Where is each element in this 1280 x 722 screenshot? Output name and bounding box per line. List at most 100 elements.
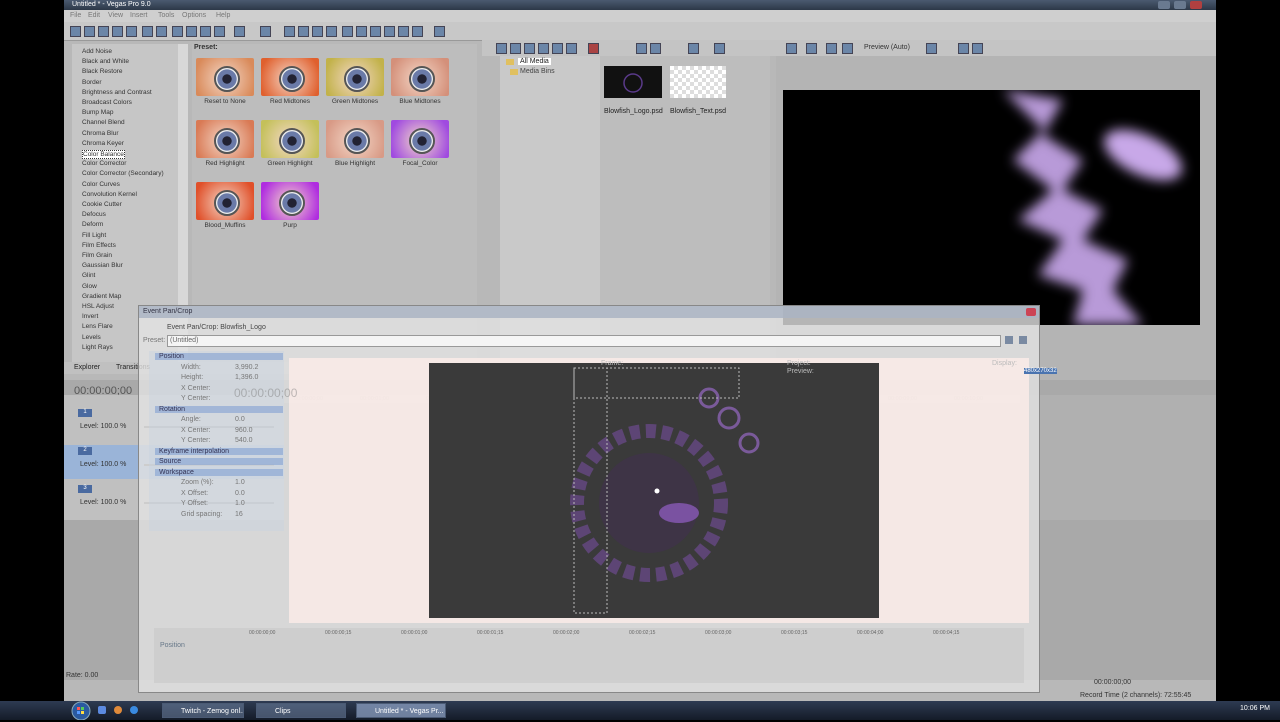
save-icon[interactable] xyxy=(98,26,109,37)
menu-tools[interactable]: Tools xyxy=(158,12,174,19)
get-media-icon[interactable] xyxy=(524,43,535,54)
save-snapshot-icon[interactable] xyxy=(972,43,983,54)
preset-dropdown[interactable]: (Untitled) xyxy=(167,335,1001,347)
fx-list-item[interactable]: Deform xyxy=(82,221,103,228)
task-twitch[interactable]: Twitch - Zemog onl... xyxy=(162,703,244,718)
redo-icon[interactable] xyxy=(260,26,271,37)
media-thumb-text[interactable] xyxy=(670,66,726,98)
dialog-close-icon[interactable] xyxy=(1026,308,1036,316)
fx-list-item[interactable]: Bump Map xyxy=(82,109,113,116)
fx-list-item[interactable]: Border xyxy=(82,79,102,86)
media-search-icon[interactable] xyxy=(566,43,577,54)
media-delete-icon[interactable] xyxy=(588,43,599,54)
settings-icon[interactable] xyxy=(156,26,167,37)
fx-list-item[interactable]: Gradient Map xyxy=(82,293,121,300)
prop-value[interactable]: 1.0 xyxy=(235,500,245,507)
new-icon[interactable] xyxy=(70,26,81,37)
fx-list-item[interactable]: Color Balance xyxy=(82,150,125,159)
menu-file[interactable]: File xyxy=(70,12,81,19)
preview-fx-icon[interactable] xyxy=(826,43,837,54)
fx-list-item[interactable]: Film Grain xyxy=(82,252,112,259)
render-icon[interactable] xyxy=(126,26,137,37)
preset-thumbnail[interactable]: Purp xyxy=(259,180,319,236)
undo-icon[interactable] xyxy=(234,26,245,37)
marker-icon[interactable] xyxy=(398,26,409,37)
delete-preset-icon[interactable] xyxy=(1019,336,1027,344)
preset-thumbnail[interactable]: Green Highlight xyxy=(259,118,319,174)
fx-list-item[interactable]: Black Restore xyxy=(82,68,122,75)
prop-section[interactable]: Position xyxy=(155,353,283,360)
start-button[interactable] xyxy=(68,701,94,721)
fx-list-item[interactable]: Glint xyxy=(82,272,95,279)
close-icon[interactable] xyxy=(1190,1,1202,9)
fx-list-item[interactable]: Color Corrector (Secondary) xyxy=(82,170,164,177)
fx-list-item[interactable]: Add Noise xyxy=(82,48,112,55)
preset-thumbnail[interactable]: Green Midtones xyxy=(324,56,384,112)
external-monitor-icon[interactable] xyxy=(806,43,817,54)
fx-list-item[interactable]: Color Corrector xyxy=(82,160,126,167)
maximize-icon[interactable] xyxy=(1174,1,1186,9)
preset-thumbnail[interactable]: Blue Highlight xyxy=(324,118,384,174)
import-icon[interactable] xyxy=(496,43,507,54)
media-fx-icon[interactable] xyxy=(552,43,563,54)
properties-icon[interactable] xyxy=(142,26,153,37)
copy-icon[interactable] xyxy=(186,26,197,37)
remove-media-icon[interactable] xyxy=(538,43,549,54)
prop-section[interactable]: Keyframe interpolation xyxy=(155,447,283,455)
fx-list-item[interactable]: Fill Light xyxy=(82,232,106,239)
prop-value[interactable]: 960.0 xyxy=(235,427,253,434)
cut-icon[interactable] xyxy=(172,26,183,37)
minimize-icon[interactable] xyxy=(1158,1,1170,9)
prop-value[interactable]: 16 xyxy=(235,511,243,518)
fx-list-item[interactable]: Defocus xyxy=(82,211,106,218)
fx-list-item[interactable]: Lens Flare xyxy=(82,323,113,330)
preset-thumbnail[interactable]: Red Midtones xyxy=(259,56,319,112)
task-clips[interactable]: Clips xyxy=(256,703,346,718)
ie-icon[interactable] xyxy=(130,706,138,714)
fx-list-item[interactable]: Film Effects xyxy=(82,242,116,249)
save-preset-icon[interactable] xyxy=(1005,336,1013,344)
overlays-icon[interactable] xyxy=(926,43,937,54)
preview-props-icon[interactable] xyxy=(786,43,797,54)
media-zoom-icon[interactable] xyxy=(714,43,725,54)
capture-icon[interactable] xyxy=(510,43,521,54)
selection-tool-icon[interactable] xyxy=(370,26,381,37)
firefox-icon[interactable] xyxy=(114,706,122,714)
fx-list-item[interactable]: HSL Adjust xyxy=(82,303,114,310)
fx-list-item[interactable]: Levels xyxy=(82,334,101,341)
prop-value[interactable]: 0.0 xyxy=(235,490,245,497)
fx-list-item[interactable]: Color Curves xyxy=(82,181,120,188)
media-thumb-logo[interactable] xyxy=(604,66,662,98)
preset-thumbnail[interactable]: Focal_Color xyxy=(389,118,449,174)
zoom-tool-icon[interactable] xyxy=(384,26,395,37)
menu-options[interactable]: Options xyxy=(182,12,206,19)
preset-thumbnail[interactable]: Reset to None xyxy=(194,56,254,112)
region-icon[interactable] xyxy=(412,26,423,37)
help-icon[interactable] xyxy=(434,26,445,37)
preset-thumbnail[interactable]: Blue Midtones xyxy=(389,56,449,112)
fx-list-item[interactable]: Broadcast Colors xyxy=(82,99,132,106)
prop-value[interactable]: 1,396.0 xyxy=(235,374,258,381)
fx-list-item[interactable]: Invert xyxy=(82,313,98,320)
fx-list-item[interactable]: Black and White xyxy=(82,58,129,65)
prop-section[interactable]: Workspace xyxy=(155,468,283,476)
fx-list-item[interactable]: Chroma Keyer xyxy=(82,140,124,147)
prop-value[interactable]: 0.0 xyxy=(235,416,245,423)
prop-section[interactable]: Source xyxy=(155,458,283,465)
prop-value[interactable]: 1.0 xyxy=(235,479,245,486)
copy-snapshot-icon[interactable] xyxy=(958,43,969,54)
menu-insert[interactable]: Insert xyxy=(130,12,148,19)
menu-help[interactable]: Help xyxy=(216,12,230,19)
media-stop-icon[interactable] xyxy=(650,43,661,54)
fx-list-item[interactable]: Channel Blend xyxy=(82,119,125,126)
crossfade-icon[interactable] xyxy=(326,26,337,37)
preview-quality-dropdown[interactable]: Preview (Auto) xyxy=(864,44,910,51)
paste-icon[interactable] xyxy=(200,26,211,37)
split-screen-icon[interactable] xyxy=(842,43,853,54)
lock-icon[interactable] xyxy=(312,26,323,37)
edit-tool-icon[interactable] xyxy=(342,26,353,37)
fx-list-item[interactable]: Gaussian Blur xyxy=(82,262,123,269)
open-icon[interactable] xyxy=(84,26,95,37)
fx-list-item[interactable]: Chroma Blur xyxy=(82,130,118,137)
snap-icon[interactable] xyxy=(284,26,295,37)
